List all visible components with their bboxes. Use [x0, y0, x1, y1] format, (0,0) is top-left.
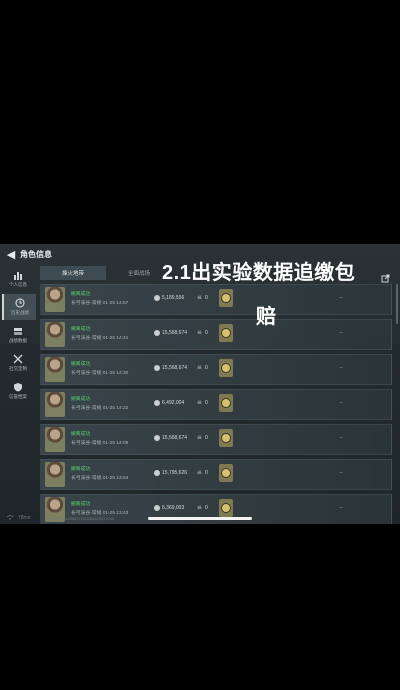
rank-badge-icon: [219, 429, 233, 447]
list-item[interactable]: 撤离成功 长弓溪谷-常规 01-25 14:22 6,492,004 ☠ 0 -…: [40, 389, 392, 420]
match-mode-time: 长弓溪谷-常规 01-25 14:57: [71, 301, 129, 306]
skull-icon: ☠: [197, 295, 202, 301]
skull-icon: ☠: [197, 435, 202, 441]
match-status: 撤离成功: [71, 432, 91, 437]
kill-count: 0: [205, 435, 208, 441]
result-value: --: [339, 330, 343, 336]
shield-icon: [12, 382, 24, 392]
match-mode-time: 长弓溪谷-常规 01-25 14:41: [71, 336, 129, 341]
stack-icon: [12, 326, 24, 336]
skull-icon: ☠: [197, 365, 202, 371]
coin-icon: [154, 295, 160, 301]
sidebar-item-label: 个人信息: [9, 282, 27, 287]
match-status: 撤离成功: [71, 502, 91, 507]
sidebar-item-label: 战绩数据: [9, 338, 27, 343]
avatar: [45, 427, 65, 452]
rank-badge-icon: [219, 464, 233, 482]
match-status: 撤离成功: [71, 327, 91, 332]
sidebar-item-label: 历史战绩: [11, 310, 29, 315]
match-mode-time: 长弓溪谷-常规 01-25 14:09: [71, 441, 129, 446]
network-latency: 78ms: [18, 515, 31, 521]
list-item[interactable]: 撤离成功 长弓溪谷-常规 01-25 13:53 15,795,626 ☠ 0 …: [40, 459, 392, 490]
loot-value: 15,568,674: [162, 330, 188, 336]
result-value: --: [339, 295, 343, 301]
result-value: --: [339, 365, 343, 371]
video-caption-line2: 赔: [256, 306, 276, 328]
bar-chart-icon: [12, 270, 24, 280]
page-title: 角色信息: [20, 249, 52, 259]
skull-icon: ☠: [197, 505, 202, 511]
result-value: --: [339, 435, 343, 441]
kill-count: 0: [205, 470, 208, 476]
rank-badge-icon: [219, 289, 233, 307]
sidebar: 个人信息 历史战绩 战绩数据 社交定制 信誉档案: [0, 264, 36, 524]
match-mode-time: 长弓溪谷-常规 01-25 14:22: [71, 406, 129, 411]
match-mode-time: 长弓溪谷-常规 01-25 13:53: [71, 476, 129, 481]
loot-value: 6,369,003: [162, 505, 185, 511]
sidebar-item-reputation[interactable]: 信誉档案: [2, 378, 34, 404]
avatar: [45, 392, 65, 417]
match-status: 撤离成功: [71, 397, 91, 402]
player-uid: CH.UID 1658877102885426517040: [50, 515, 115, 521]
tab-extraction[interactable]: 烽火地带: [40, 266, 106, 280]
kill-count: 0: [205, 330, 208, 336]
loot-value: 15,568,674: [162, 365, 188, 371]
rank-badge-icon: [219, 359, 233, 377]
coin-icon: [154, 435, 160, 441]
list-item[interactable]: 撤离成功 长弓溪谷-常规 01-25 14:09 15,568,674 ☠ 0 …: [40, 424, 392, 455]
match-mode-time: 长弓溪谷-常规 01-25 14:30: [71, 371, 129, 376]
share-icon[interactable]: [381, 270, 390, 283]
back-arrow-icon[interactable]: ◀: [4, 246, 18, 262]
avatar: [45, 287, 65, 312]
loot-value: 15,795,626: [162, 470, 188, 476]
scrollbar[interactable]: [396, 284, 398, 324]
loot-value: 6,492,004: [162, 400, 185, 406]
avatar: [45, 322, 65, 347]
rank-badge-icon: [219, 394, 233, 412]
game-screen: ◀ 角色信息 个人信息 历史战绩 战绩数据 社交定制 信誉档案 烽火地带 全面战…: [0, 244, 400, 524]
kill-count: 0: [205, 365, 208, 371]
loot-value: 5,189,556: [162, 295, 185, 301]
list-item[interactable]: 撤离成功 长弓溪谷-常规 01-25 14:30 15,568,674 ☠ 0 …: [40, 354, 392, 385]
video-caption: 2.1出实验数据追缴包: [162, 262, 356, 284]
match-history-list: 撤离成功 长弓溪谷-常规 01-25 14:57 5,189,556 ☠ 0 -…: [40, 284, 392, 524]
list-item[interactable]: 撤离成功 长弓溪谷-常规 01-25 14:57 5,189,556 ☠ 0 -…: [40, 284, 392, 315]
wifi-icon: [6, 514, 14, 522]
result-value: --: [339, 470, 343, 476]
coin-icon: [154, 505, 160, 511]
clock-icon: [14, 298, 26, 308]
kill-count: 0: [205, 505, 208, 511]
kill-count: 0: [205, 295, 208, 301]
tools-icon: [12, 354, 24, 364]
match-status: 撤离成功: [71, 467, 91, 472]
skull-icon: ☠: [197, 400, 202, 406]
sidebar-item-label: 社交定制: [9, 366, 27, 371]
skull-icon: ☠: [197, 470, 202, 476]
rank-badge-icon: [219, 324, 233, 342]
match-status: 撤离成功: [71, 362, 91, 367]
loot-value: 15,568,674: [162, 435, 188, 441]
coin-icon: [154, 400, 160, 406]
coin-icon: [154, 330, 160, 336]
kill-count: 0: [205, 400, 208, 406]
coin-icon: [154, 365, 160, 371]
list-item[interactable]: 撤离成功 长弓溪谷-常规 01-25 14:41 15,568,674 ☠ 0 …: [40, 319, 392, 350]
sidebar-item-label: 信誉档案: [9, 394, 27, 399]
avatar: [45, 357, 65, 382]
sidebar-item-social[interactable]: 社交定制: [2, 350, 34, 376]
sidebar-item-stats[interactable]: 战绩数据: [2, 322, 34, 348]
avatar: [45, 462, 65, 487]
mode-tabs: 烽火地带 全面战场: [40, 266, 172, 280]
match-status: 撤离成功: [71, 292, 91, 297]
sidebar-item-history[interactable]: 历史战绩: [2, 294, 36, 320]
result-value: --: [339, 400, 343, 406]
sidebar-item-profile[interactable]: 个人信息: [2, 266, 34, 292]
result-value: --: [339, 505, 343, 511]
skull-icon: ☠: [197, 330, 202, 336]
home-indicator[interactable]: [148, 517, 252, 520]
coin-icon: [154, 470, 160, 476]
